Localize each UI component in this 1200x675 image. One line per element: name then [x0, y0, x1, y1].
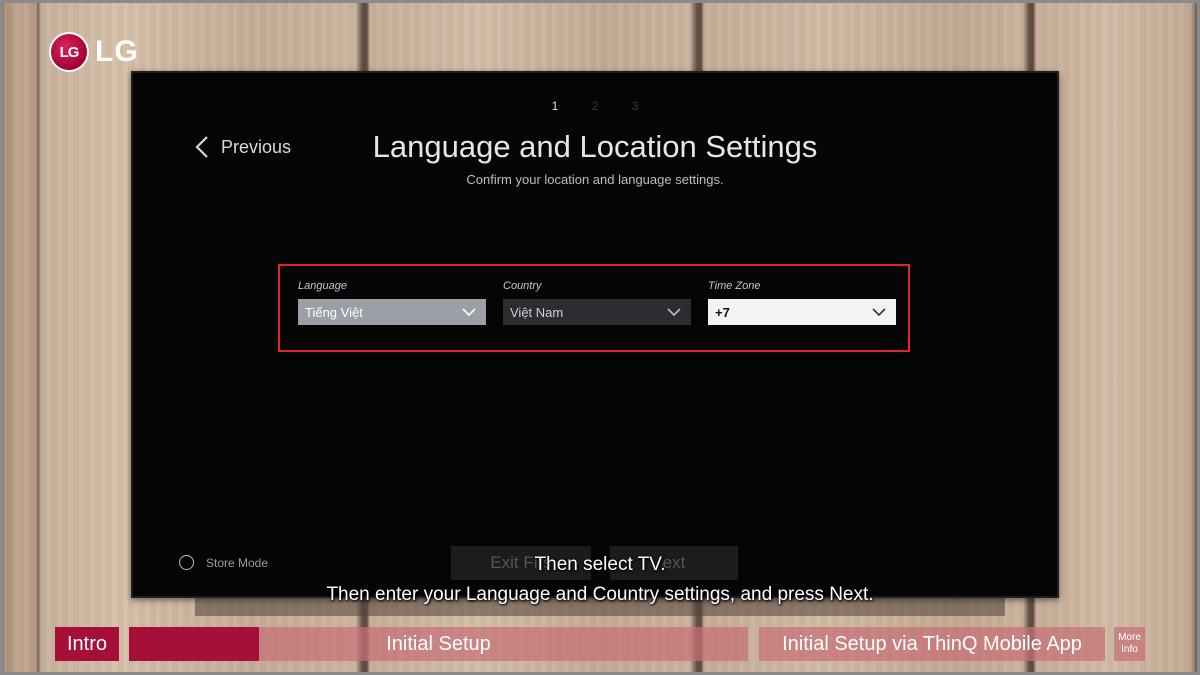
time-zone-value: +7 — [715, 304, 730, 320]
nav-thinq-label: Initial Setup via ThinQ Mobile App — [782, 632, 1082, 655]
chevron-down-icon — [462, 307, 476, 316]
country-value: Việt Nam — [510, 304, 564, 320]
country-field: Country Việt Nam — [503, 280, 691, 325]
country-label: Country — [503, 280, 542, 292]
step-1: 1 — [551, 99, 559, 113]
more-info-button[interactable]: More Info — [1114, 627, 1145, 661]
language-field: Language Tiếng Việt — [298, 280, 486, 325]
more-info-label: More Info — [1118, 632, 1141, 655]
caption-line-1: Then select TV. — [534, 554, 666, 575]
language-dropdown[interactable]: Tiếng Việt — [298, 299, 486, 325]
nav-intro-label: Intro — [66, 632, 108, 655]
step-2: 2 — [591, 99, 599, 113]
chevron-down-icon — [872, 307, 886, 316]
nav-initial-setup-label: Initial Setup — [386, 632, 491, 655]
lg-logo-mark: LG — [49, 32, 89, 72]
step-3: 3 — [631, 99, 639, 113]
tv-screen: 1 2 3 Previous Language and Location Set… — [131, 71, 1059, 598]
lg-logo-text: LG — [95, 35, 139, 68]
lg-logo: LG LG — [49, 32, 139, 72]
settings-highlight-box: Language Tiếng Việt Country Việt Nam Tim… — [278, 264, 910, 352]
language-label: Language — [298, 280, 347, 292]
initial-setup-progress-fill — [129, 627, 259, 661]
time-zone-dropdown[interactable]: +7 — [708, 299, 896, 325]
time-zone-field: Time Zone +7 — [708, 280, 896, 325]
nav-thinq-setup[interactable]: Initial Setup via ThinQ Mobile App — [759, 627, 1105, 661]
chevron-down-icon — [667, 307, 681, 316]
page-title: Language and Location Settings — [372, 129, 818, 164]
language-value: Tiếng Việt — [305, 304, 363, 320]
nav-intro[interactable]: Intro — [55, 627, 119, 661]
step-indicator: 1 2 3 — [133, 99, 1057, 113]
country-dropdown[interactable]: Việt Nam — [503, 299, 691, 325]
time-zone-label: Time Zone — [708, 280, 761, 292]
page-subtitle: Confirm your location and language setti… — [466, 172, 724, 187]
nav-initial-setup[interactable]: Initial Setup — [129, 627, 748, 661]
caption-line-2: Then enter your Language and Country set… — [326, 584, 874, 605]
